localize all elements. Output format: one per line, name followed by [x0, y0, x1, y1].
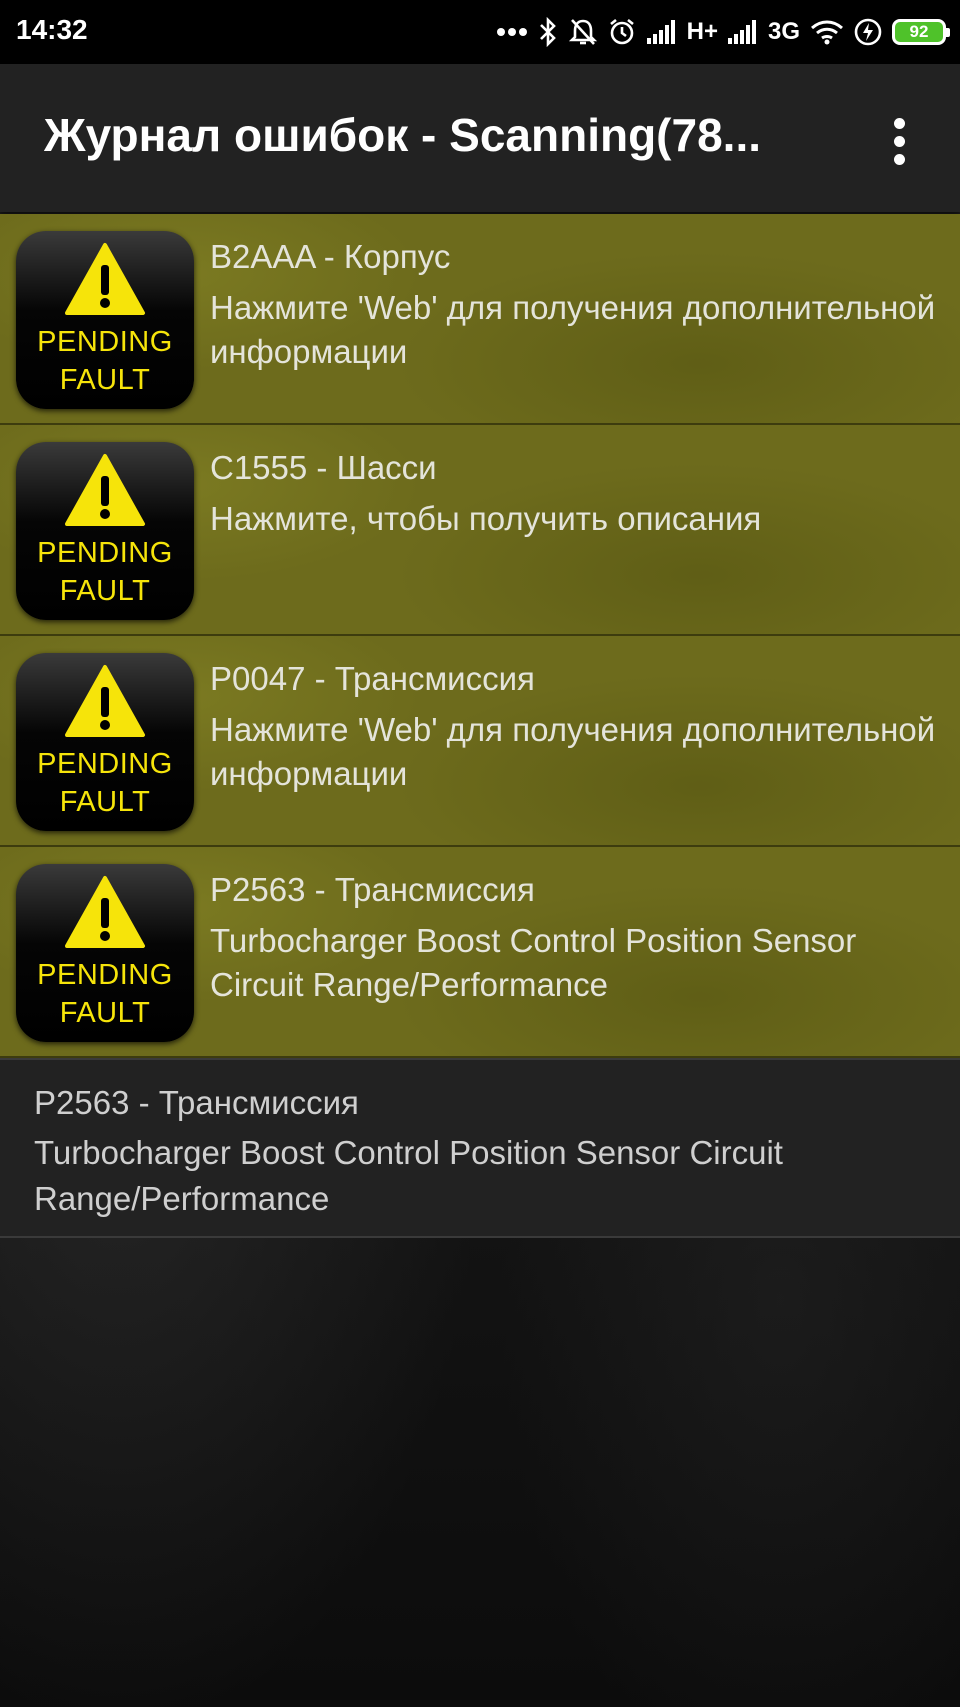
overflow-menu-button[interactable] [880, 114, 920, 170]
detail-fault-code: P2563 - Трансмиссия [34, 1084, 359, 1121]
badge-line-2: FAULT [59, 786, 151, 818]
fault-list-item[interactable]: PENDING FAULT C1555 - Шасси Нажмите, что… [0, 425, 960, 636]
fault-description: Turbocharger Boost Control Position Sens… [210, 922, 857, 1003]
more-dots-icon [496, 27, 527, 37]
badge-line-2: FAULT [59, 997, 151, 1029]
fault-code: P0047 - Трансмиссия [210, 660, 535, 697]
fault-description: Нажмите, чтобы получить описания [210, 500, 762, 537]
fault-list-item[interactable]: PENDING FAULT P0047 - Трансмиссия Нажмит… [0, 636, 960, 847]
pending-fault-badge: PENDING FAULT [16, 653, 194, 831]
network-type-label: 3G [767, 18, 800, 45]
badge-line-2: FAULT [59, 575, 151, 607]
mute-bell-icon [568, 17, 597, 47]
warning-triangle-icon [65, 876, 145, 948]
network-type-label: H+ [686, 18, 718, 45]
badge-line-1: PENDING [37, 748, 173, 780]
badge-line-1: PENDING [37, 326, 173, 358]
alarm-icon [607, 17, 637, 47]
fault-list: PENDING FAULT B2AAA - Корпус Нажмите 'We… [0, 214, 960, 1238]
bluetooth-icon [537, 17, 559, 47]
status-time: 14:32 [16, 14, 88, 45]
signal-icon [727, 20, 758, 44]
battery-icon: 92 [892, 19, 950, 45]
signal-icon [646, 20, 677, 44]
fault-code: P2563 - Трансмиссия [210, 871, 535, 908]
page-title: Журнал ошибок - Scanning(78... [44, 109, 761, 161]
fault-detail-item[interactable]: P2563 - Трансмиссия Turbocharger Boost C… [0, 1058, 960, 1238]
status-icons: H+ 3G 92 [496, 12, 950, 52]
pending-fault-badge: PENDING FAULT [16, 442, 194, 620]
warning-triangle-icon [65, 243, 145, 315]
wifi-icon [810, 19, 844, 45]
warning-triangle-icon [65, 665, 145, 737]
fault-code: C1555 - Шасси [210, 449, 437, 486]
status-bar: 14:32 H+ 3G 92 [0, 0, 960, 64]
battery-level: 92 [909, 22, 929, 41]
fault-description: Нажмите 'Web' для получения дополнительн… [210, 711, 936, 792]
fault-list-item[interactable]: PENDING FAULT P2563 - Трансмиссия Turboc… [0, 847, 960, 1058]
fault-description: Нажмите 'Web' для получения дополнительн… [210, 289, 936, 370]
badge-line-1: PENDING [37, 959, 173, 991]
app-bar: Журнал ошибок - Scanning(78... [0, 64, 960, 212]
badge-line-2: FAULT [59, 364, 151, 396]
fault-list-item[interactable]: PENDING FAULT B2AAA - Корпус Нажмите 'We… [0, 214, 960, 425]
badge-line-1: PENDING [37, 537, 173, 569]
pending-fault-badge: PENDING FAULT [16, 231, 194, 409]
warning-triangle-icon [65, 454, 145, 526]
charging-icon [854, 18, 882, 46]
detail-fault-description: Turbocharger Boost Control Position Sens… [34, 1134, 783, 1217]
pending-fault-badge: PENDING FAULT [16, 864, 194, 1042]
fault-code: B2AAA - Корпус [210, 238, 451, 275]
